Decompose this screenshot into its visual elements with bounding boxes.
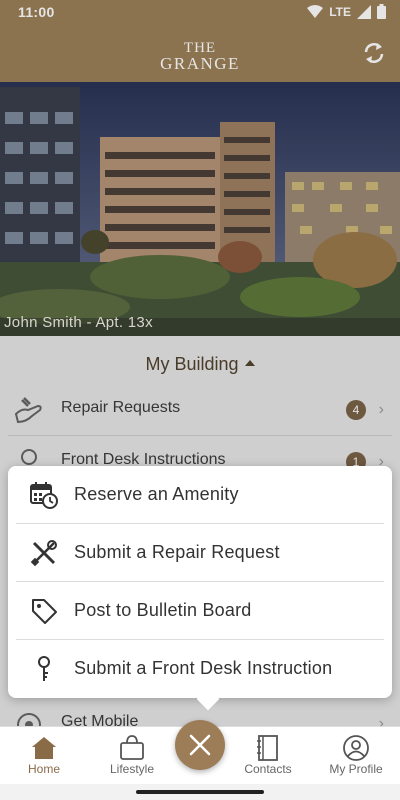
tools-icon [30, 540, 57, 567]
home-indicator[interactable] [136, 790, 264, 794]
nav-label: My Profile [329, 762, 383, 776]
calendar-clock-icon [30, 482, 58, 509]
nav-home[interactable]: Home [4, 727, 84, 785]
nav-label: Lifestyle [109, 762, 155, 776]
menu-item-submit-repair[interactable]: Submit a Repair Request [16, 524, 384, 582]
nav-label: Home [27, 762, 60, 776]
shopping-bag-icon [120, 735, 144, 760]
tag-icon [32, 599, 57, 624]
home-icon [32, 737, 56, 759]
quick-actions-menu: Reserve an Amenity Submit a Repair Reque… [8, 466, 392, 698]
menu-item-reserve-amenity[interactable]: Reserve an Amenity [16, 466, 384, 524]
address-book-icon [257, 735, 278, 761]
app-screen: 11:00 LTE THE GRANGE John Smith - Apt. 1… [0, 0, 400, 800]
menu-item-label: Reserve an Amenity [74, 484, 239, 504]
menu-item-label: Submit a Repair Request [74, 542, 280, 562]
menu-item-label: Submit a Front Desk Instruction [74, 658, 333, 678]
nav-contacts[interactable]: Contacts [228, 727, 308, 785]
menu-item-label: Post to Bulletin Board [74, 600, 252, 620]
key-icon [38, 656, 50, 681]
profile-icon [343, 735, 369, 761]
close-menu-button[interactable] [175, 720, 225, 770]
nav-lifestyle[interactable]: Lifestyle [92, 727, 172, 785]
menu-item-bulletin-board[interactable]: Post to Bulletin Board [16, 582, 384, 640]
menu-item-front-desk-instruction[interactable]: Submit a Front Desk Instruction [16, 640, 384, 698]
nav-label: Contacts [244, 762, 292, 776]
nav-my-profile[interactable]: My Profile [316, 727, 396, 785]
close-icon [189, 734, 211, 756]
gesture-bar [0, 784, 400, 800]
